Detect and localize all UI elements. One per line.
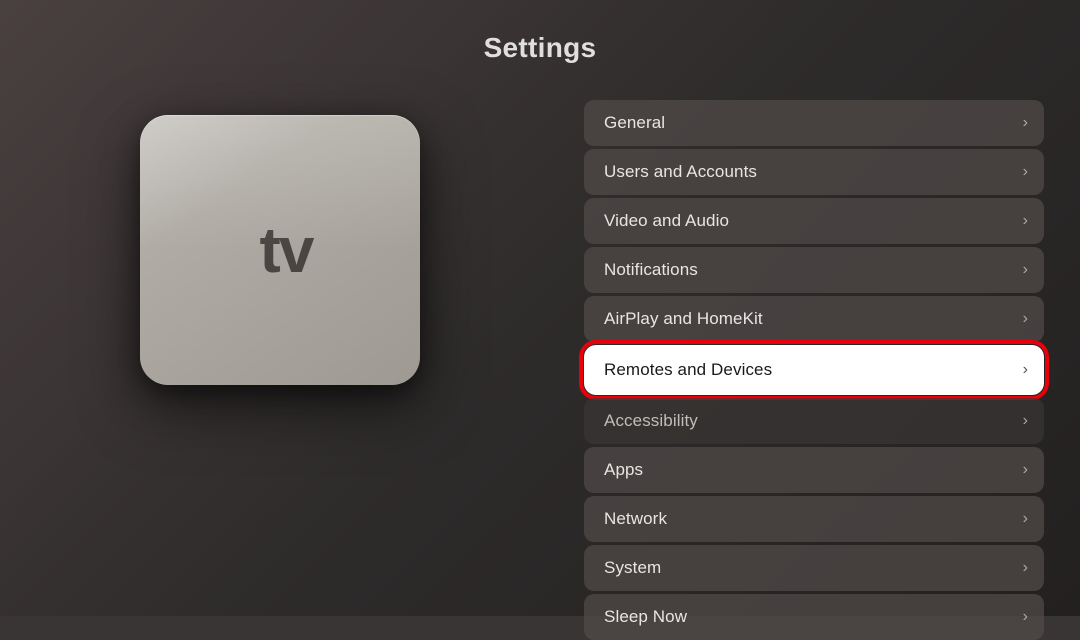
- settings-row-sleep-now[interactable]: Sleep Now ›: [584, 594, 1044, 640]
- chevron-icon-general: ›: [1023, 114, 1028, 132]
- settings-label-notifications: Notifications: [604, 260, 698, 280]
- settings-label-system: System: [604, 558, 661, 578]
- chevron-icon-system: ›: [1023, 559, 1028, 577]
- settings-label-sleep-now: Sleep Now: [604, 607, 687, 627]
- settings-label-video-and-audio: Video and Audio: [604, 211, 729, 231]
- tv-text: tv: [260, 218, 313, 282]
- device-image: tv: [140, 115, 450, 425]
- settings-row-general[interactable]: General ›: [584, 100, 1044, 146]
- settings-label-users-and-accounts: Users and Accounts: [604, 162, 757, 182]
- settings-row-remotes-and-devices[interactable]: Remotes and Devices ›: [584, 345, 1044, 395]
- chevron-icon-accessibility: ›: [1023, 412, 1028, 430]
- settings-row-network[interactable]: Network ›: [584, 496, 1044, 542]
- chevron-icon-network: ›: [1023, 510, 1028, 528]
- chevron-icon-airplay-and-homekit: ›: [1023, 310, 1028, 328]
- settings-label-accessibility: Accessibility: [604, 411, 698, 431]
- settings-label-general: General: [604, 113, 665, 133]
- settings-row-users-and-accounts[interactable]: Users and Accounts ›: [584, 149, 1044, 195]
- settings-label-network: Network: [604, 509, 667, 529]
- settings-row-system[interactable]: System ›: [584, 545, 1044, 591]
- chevron-icon-video-and-audio: ›: [1023, 212, 1028, 230]
- settings-row-notifications[interactable]: Notifications ›: [584, 247, 1044, 293]
- settings-row-video-and-audio[interactable]: Video and Audio ›: [584, 198, 1044, 244]
- page-title: Settings: [484, 32, 597, 64]
- chevron-icon-sleep-now: ›: [1023, 608, 1028, 626]
- settings-panel: General›Users and Accounts›Video and Aud…: [584, 100, 1044, 640]
- settings-row-airplay-and-homekit[interactable]: AirPlay and HomeKit ›: [584, 296, 1044, 342]
- settings-label-remotes-and-devices: Remotes and Devices: [604, 360, 772, 380]
- chevron-icon-notifications: ›: [1023, 261, 1028, 279]
- settings-row-apps[interactable]: Apps ›: [584, 447, 1044, 493]
- settings-label-apps: Apps: [604, 460, 643, 480]
- settings-label-airplay-and-homekit: AirPlay and HomeKit: [604, 309, 763, 329]
- settings-row-accessibility[interactable]: Accessibility ›: [584, 398, 1044, 444]
- chevron-icon-users-and-accounts: ›: [1023, 163, 1028, 181]
- chevron-icon-remotes-and-devices: ›: [1023, 361, 1028, 379]
- apple-tv-box: tv: [140, 115, 420, 385]
- chevron-icon-apps: ›: [1023, 461, 1028, 479]
- apple-tv-logo: tv: [248, 218, 313, 282]
